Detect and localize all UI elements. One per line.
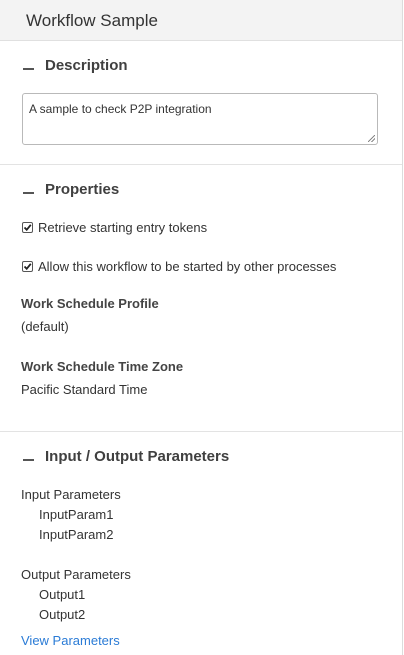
allow-started-label: Allow this workflow to be started by oth… — [38, 259, 337, 274]
description-textarea[interactable]: A sample to check P2P integration — [22, 93, 378, 145]
retrieve-tokens-label: Retrieve starting entry tokens — [38, 220, 208, 235]
allow-started-checkbox[interactable] — [22, 261, 33, 272]
io-parameters-section: Input / Output Parameters Input Paramete… — [0, 432, 402, 654]
work-schedule-time-zone-value: Pacific Standard Time — [21, 382, 148, 397]
description-heading: Description — [45, 57, 128, 74]
output-parameter-item: Output2 — [39, 607, 86, 622]
work-schedule-profile-label: Work Schedule Profile — [21, 296, 159, 311]
checkmark-icon — [23, 263, 32, 271]
input-parameters-label: Input Parameters — [21, 487, 121, 502]
checkmark-icon — [23, 224, 32, 232]
work-schedule-time-zone-label: Work Schedule Time Zone — [21, 359, 184, 374]
properties-heading: Properties — [45, 181, 120, 198]
io-parameters-section-header[interactable]: Input / Output Parameters — [0, 448, 402, 472]
properties-section-header[interactable]: Properties — [0, 181, 402, 205]
collapse-minus-icon[interactable] — [23, 68, 34, 70]
input-parameter-item: InputParam2 — [39, 527, 114, 542]
description-text: A sample to check P2P integration — [29, 102, 212, 116]
panel-title: Workflow Sample — [0, 0, 402, 41]
description-section-header[interactable]: Description — [0, 57, 402, 81]
input-parameter-item: InputParam1 — [39, 507, 114, 522]
properties-section: Properties Retrieve starting entry token… — [0, 165, 402, 432]
retrieve-tokens-checkbox[interactable] — [22, 222, 33, 233]
collapse-minus-icon[interactable] — [23, 459, 34, 461]
description-section: Description A sample to check P2P integr… — [0, 41, 402, 165]
output-parameters-label: Output Parameters — [21, 567, 131, 582]
io-parameters-heading: Input / Output Parameters — [45, 448, 230, 465]
work-schedule-profile-value: (default) — [21, 319, 69, 334]
output-parameter-item: Output1 — [39, 587, 86, 602]
collapse-minus-icon[interactable] — [23, 192, 34, 194]
resize-grip-icon[interactable] — [368, 135, 375, 142]
view-parameters-link[interactable]: View Parameters — [21, 633, 120, 648]
workflow-properties-panel: Workflow Sample Description A sample to … — [0, 0, 403, 655]
